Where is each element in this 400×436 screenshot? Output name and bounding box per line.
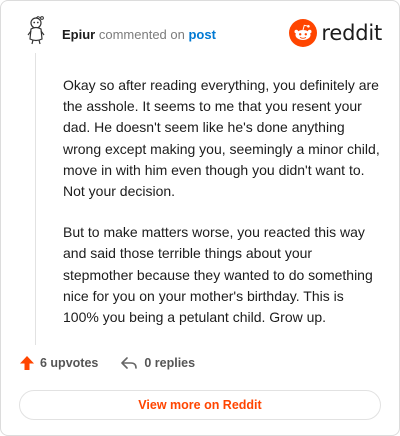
- upvotes-count: 6 upvotes: [40, 356, 99, 370]
- comment-header: Epiur commented on post reddit: [20, 15, 382, 55]
- reddit-logo-icon: [289, 19, 318, 47]
- replies-action[interactable]: 0 replies: [120, 355, 195, 371]
- thread-line: [35, 53, 36, 345]
- byline-action-text: commented on: [98, 27, 185, 42]
- view-more-button[interactable]: View more on Reddit: [19, 390, 381, 420]
- upvotes-action[interactable]: 6 upvotes: [19, 355, 98, 371]
- snoo-avatar-icon[interactable]: [20, 15, 52, 47]
- post-link[interactable]: post: [188, 27, 215, 42]
- author-name[interactable]: Epiur: [62, 27, 95, 42]
- reply-arrow-icon: [121, 357, 138, 369]
- comment-byline: Epiur commented on post: [62, 27, 216, 43]
- comment-paragraph: Okay so after reading everything, you de…: [63, 77, 380, 200]
- embedded-comment-card: Epiur commented on post reddit Okay so a…: [0, 0, 400, 436]
- comment-actions: 6 upvotes 0 replies: [19, 355, 195, 371]
- reddit-wordmark: reddit: [321, 21, 382, 45]
- reddit-brand[interactable]: reddit: [289, 19, 382, 47]
- upvote-arrow-icon: [20, 356, 34, 370]
- comment-paragraph: But to make matters worse, you reacted t…: [63, 224, 373, 326]
- replies-count: 0 replies: [144, 356, 196, 370]
- comment-body: Okay so after reading everything, you de…: [63, 75, 383, 348]
